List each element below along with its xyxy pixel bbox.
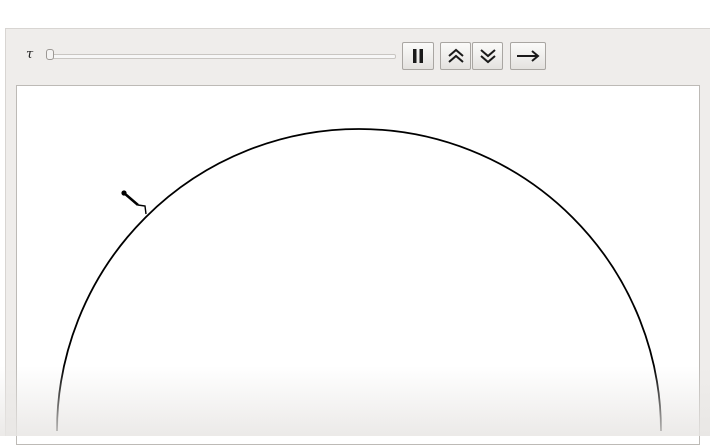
parameter-label: τ xyxy=(26,47,33,62)
arrow-right-icon xyxy=(516,49,540,63)
manipulate-panel: τ xyxy=(5,28,710,436)
circular-track xyxy=(57,129,661,431)
tau-slider-track[interactable] xyxy=(48,54,396,59)
graphic-viewport xyxy=(16,85,700,445)
faster-button[interactable] xyxy=(440,42,471,70)
slower-button[interactable] xyxy=(472,42,503,70)
direction-button[interactable] xyxy=(510,42,546,70)
double-chevron-down-icon xyxy=(479,47,497,65)
pendulum-arm xyxy=(121,190,146,214)
controls-bar: τ xyxy=(6,29,710,84)
pause-button[interactable] xyxy=(402,42,434,70)
pause-icon xyxy=(412,48,424,64)
animation-graphic xyxy=(17,86,700,445)
tau-slider-thumb[interactable] xyxy=(46,49,54,60)
double-chevron-up-icon xyxy=(447,47,465,65)
